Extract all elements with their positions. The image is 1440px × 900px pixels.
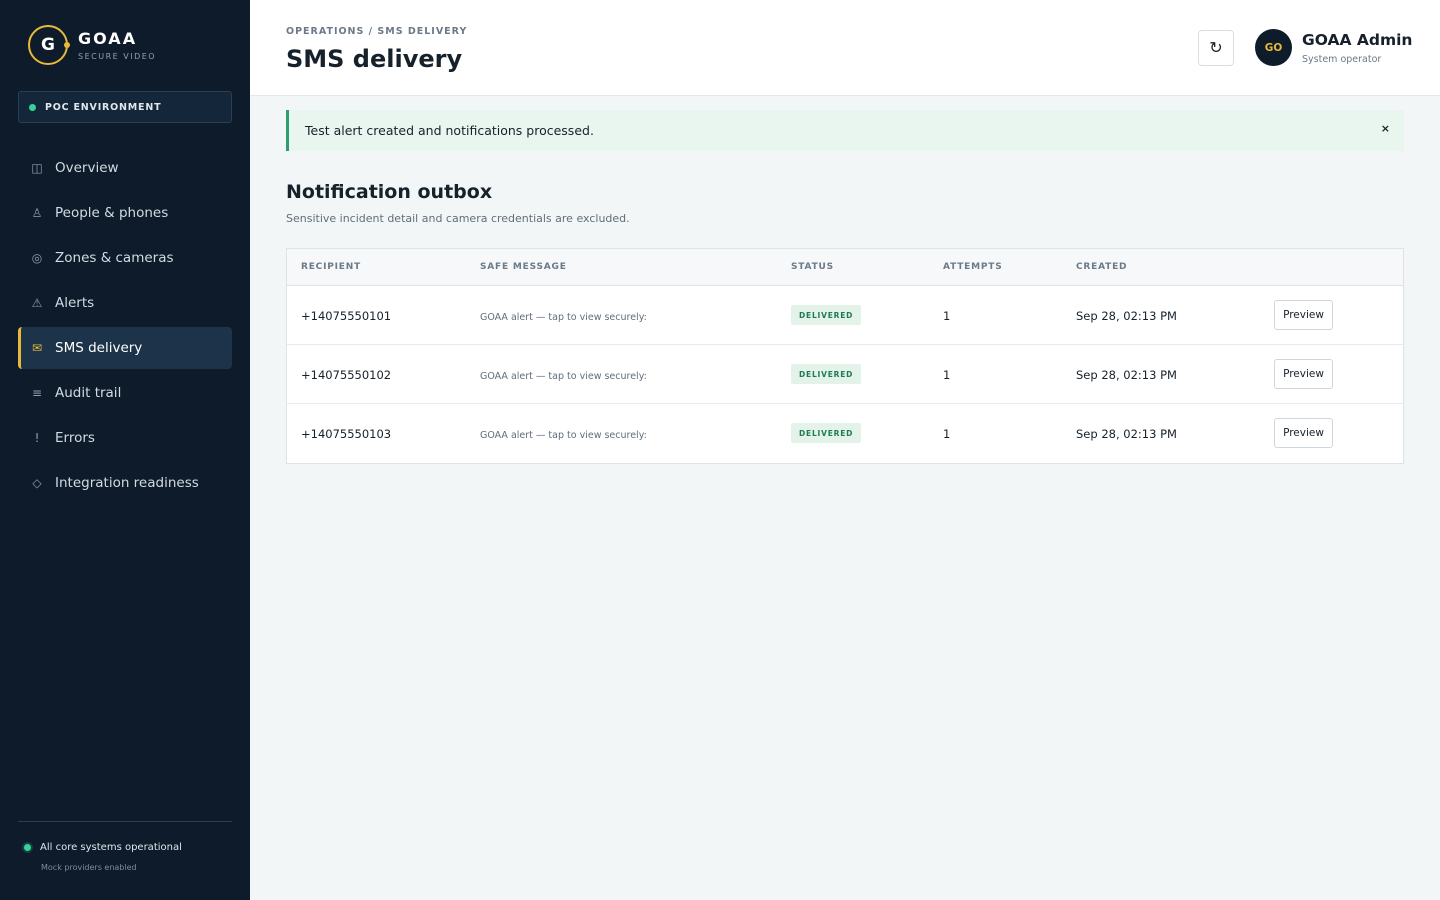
brand-logo-icon: G: [28, 25, 70, 65]
message-cell: GOAA alert — tap to view securely:: [480, 430, 647, 441]
brand-name: GOAA: [78, 28, 138, 48]
refresh-button[interactable]: ↻: [1198, 30, 1234, 66]
section-subtitle: Sensitive incident detail and camera cre…: [286, 212, 630, 225]
preview-button[interactable]: Preview: [1274, 300, 1333, 330]
section-title: Notification outbox: [286, 181, 493, 203]
recipient-cell: +14075550101: [301, 309, 392, 323]
sidebar-item-label: Integration readiness: [55, 475, 199, 491]
column-header-status: STATUS: [791, 262, 834, 272]
system-status: All core systems operational Mock provid…: [18, 821, 232, 872]
recipient-cell: +14075550103: [301, 427, 392, 441]
close-icon[interactable]: ×: [1381, 122, 1390, 135]
error-icon: !: [34, 431, 40, 445]
column-header-recipient: RECIPIENT: [301, 262, 361, 272]
created-cell: Sep 28, 02:13 PM: [1076, 309, 1177, 323]
page-title: SMS delivery: [286, 45, 463, 73]
user-name: GOAA Admin: [1302, 31, 1413, 49]
column-header-created: CREATED: [1076, 262, 1128, 272]
brand-text: GOAA SECURE VIDEO: [78, 28, 157, 61]
camera-icon: ◎: [31, 251, 43, 265]
avatar[interactable]: GO: [1255, 29, 1292, 66]
user-role: System operator: [1302, 54, 1382, 65]
environment-status-dot-icon: [29, 103, 36, 111]
sidebar-item-label: Overview: [55, 160, 119, 176]
attempts-cell: 1: [943, 368, 951, 382]
sidebar-item-label: Alerts: [55, 295, 95, 311]
status-badge: DELIVERED: [791, 305, 862, 325]
breadcrumb: OPERATIONS / SMS DELIVERY: [286, 26, 468, 37]
sidebar-nav: ◫ Overview ♙ People & phones ◎ Zones & c…: [18, 147, 232, 507]
sidebar-item-alerts[interactable]: ⚠ Alerts: [18, 282, 232, 324]
sidebar-item-label: Audit trail: [55, 385, 122, 401]
table-header: RECIPIENT SAFE MESSAGE STATUS ATTEMPTS C…: [287, 249, 1403, 286]
attempts-cell: 1: [943, 427, 951, 441]
sidebar-item-label: People & phones: [55, 205, 169, 221]
status-badge: DELIVERED: [791, 423, 862, 443]
sidebar: G GOAA SECURE VIDEO POC ENVIRONMENT ◫ Ov…: [0, 0, 250, 900]
person-icon: ♙: [31, 206, 43, 220]
sidebar-item-label: SMS delivery: [55, 340, 143, 356]
page-header: OPERATIONS / SMS DELIVERY SMS delivery ↻…: [250, 0, 1440, 96]
sidebar-item-sms-delivery[interactable]: ✉ SMS delivery: [18, 327, 232, 369]
system-status-row: All core systems operational: [24, 842, 232, 853]
table-row: +14075550101 GOAA alert — tap to view se…: [287, 286, 1403, 345]
brand[interactable]: G GOAA SECURE VIDEO: [28, 25, 156, 65]
message-cell: GOAA alert — tap to view securely:: [480, 371, 647, 382]
sidebar-item-label: Zones & cameras: [55, 250, 174, 266]
environment-label: POC ENVIRONMENT: [45, 101, 162, 113]
warning-icon: ⚠: [31, 296, 43, 310]
list-icon: ≡: [31, 386, 43, 400]
created-cell: Sep 28, 02:13 PM: [1076, 368, 1177, 382]
sidebar-item-overview[interactable]: ◫ Overview: [18, 147, 232, 189]
message-cell: GOAA alert — tap to view securely:: [480, 312, 647, 323]
attempts-cell: 1: [943, 309, 951, 323]
sidebar-item-errors[interactable]: ! Errors: [18, 417, 232, 459]
sidebar-item-audit-trail[interactable]: ≡ Audit trail: [18, 372, 232, 414]
brand-subtitle: SECURE VIDEO: [78, 51, 157, 61]
mail-icon: ✉: [31, 341, 43, 355]
banner-message: Test alert created and notifications pro…: [305, 123, 594, 138]
refresh-icon: ↻: [1209, 40, 1223, 57]
status-dot-icon: [24, 844, 31, 851]
sidebar-item-integration-readiness[interactable]: ◇ Integration readiness: [18, 462, 232, 504]
preview-button[interactable]: Preview: [1274, 359, 1333, 389]
created-cell: Sep 28, 02:13 PM: [1076, 427, 1177, 441]
success-banner: Test alert created and notifications pro…: [286, 110, 1404, 151]
preview-button[interactable]: Preview: [1274, 418, 1333, 448]
column-header-safe-message: SAFE MESSAGE: [480, 262, 567, 272]
sidebar-item-people-phones[interactable]: ♙ People & phones: [18, 192, 232, 234]
table-row: +14075550103 GOAA alert — tap to view se…: [287, 404, 1403, 463]
recipient-cell: +14075550102: [301, 368, 392, 382]
system-status-text: All core systems operational: [40, 842, 182, 853]
sidebar-item-zones-cameras[interactable]: ◎ Zones & cameras: [18, 237, 232, 279]
table-row: +14075550102 GOAA alert — tap to view se…: [287, 345, 1403, 404]
environment-badge: POC ENVIRONMENT: [18, 91, 232, 123]
sidebar-item-label: Errors: [55, 430, 95, 446]
outbox-table: RECIPIENT SAFE MESSAGE STATUS ATTEMPTS C…: [286, 248, 1404, 464]
overview-icon: ◫: [31, 161, 43, 175]
diamond-icon: ◇: [32, 476, 42, 490]
status-badge: DELIVERED: [791, 364, 862, 384]
system-status-subtext: Mock providers enabled: [41, 863, 137, 872]
column-header-attempts: ATTEMPTS: [943, 262, 1003, 272]
